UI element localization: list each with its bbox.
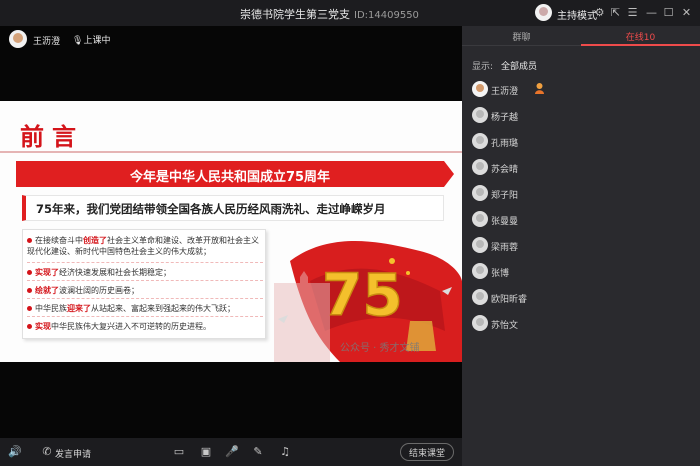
avatar: [472, 263, 488, 279]
star-icon: [406, 271, 410, 275]
menu-icon[interactable]: ☰: [626, 6, 639, 19]
user-avatar[interactable]: [535, 4, 552, 21]
tab-group-chat[interactable]: 群聊: [462, 30, 581, 43]
member-name: 欧阳昕睿: [491, 295, 528, 305]
list-item: 在接续奋斗中创造了社会主义革命和建设、改革开放和社会主义现代化建设、新时代中国特…: [27, 235, 263, 263]
member-name: 苏怡文: [491, 321, 519, 331]
end-class-button[interactable]: 结束课堂: [400, 443, 454, 461]
member-name: 孔雨璐: [491, 139, 519, 149]
speak-request-button[interactable]: 发言申请: [55, 447, 91, 460]
member-name: 杨子越: [491, 113, 519, 123]
class-status: 🎙上课中: [72, 33, 110, 46]
avatar: [472, 185, 488, 201]
list-item: 绘就了波澜壮阔的历史画卷；: [27, 285, 263, 299]
title-bar: 崇德书院学生第三党支 ID:14409550 主持模式 ⚙ ⇱ ☰ — ☐ ✕: [0, 0, 700, 26]
avatar: [472, 211, 488, 227]
panel-tabs: 群聊 在线10: [462, 26, 700, 46]
big-number-75: 75: [322, 261, 403, 329]
phone-icon[interactable]: ✆: [40, 445, 54, 459]
divider: [0, 151, 462, 153]
slide-title: 前言: [20, 122, 84, 151]
member-item[interactable]: 杨子越: [472, 107, 672, 125]
mic-icon: 🎙: [72, 36, 84, 46]
slide-point-list: 在接续奋斗中创造了社会主义革命和建设、改革开放和社会主义现代化建设、新时代中国特…: [22, 229, 266, 339]
host-avatar: [9, 30, 27, 48]
filter-label: 显示:: [472, 62, 494, 72]
member-filter-select[interactable]: 全部成员: [501, 59, 537, 72]
avatar: [472, 81, 488, 97]
slide-banner-text: 今年是中华人民共和国成立75周年: [129, 170, 331, 185]
speaker-icon[interactable]: 🔊: [8, 445, 22, 459]
bottom-toolbar: 🔊 ✆ 发言申请 ▭ ▣ 🎤 ✎ ♫ 结束课堂: [0, 438, 462, 466]
bullet-icon: [27, 270, 32, 275]
host-badge-icon: [535, 83, 544, 94]
list-item: 实现中华民族伟大复兴进入不可逆转的历史进程。: [27, 321, 263, 335]
member-item[interactable]: 苏怡文: [472, 315, 672, 333]
host-mode-label[interactable]: 主持模式: [557, 7, 597, 22]
member-item[interactable]: 张曼曼: [472, 211, 672, 229]
video-header: 王沥澄 🎙上课中: [0, 26, 462, 52]
member-item[interactable]: 欧阳昕睿: [472, 289, 672, 307]
star-icon: [389, 258, 395, 264]
member-name: 梁雨蓉: [491, 243, 519, 253]
avatar: [472, 159, 488, 175]
host-name: 王沥澄: [33, 37, 61, 47]
avatar: [472, 107, 488, 123]
avatar: [472, 289, 488, 305]
window-title: 崇德书院学生第三党支 ID:14409550: [240, 8, 419, 21]
member-item[interactable]: 张博: [472, 263, 672, 281]
watermark: 公众号 · 秀才文铺: [340, 343, 420, 354]
microphone-icon[interactable]: 🎤: [225, 445, 239, 459]
avatar: [472, 315, 488, 331]
maximize-icon[interactable]: ☐: [662, 6, 675, 19]
slide-banner: 今年是中华人民共和国成立75周年: [16, 161, 454, 187]
member-name: 王沥澄: [491, 87, 519, 97]
minimize-icon[interactable]: —: [645, 6, 658, 19]
list-item: 实现了经济快速发展和社会长期稳定；: [27, 267, 263, 281]
member-name: 郑子阳: [491, 191, 519, 201]
member-item[interactable]: 苏会晴: [472, 159, 672, 177]
video-pane: 王沥澄 🎙上课中 前言 今年是中华人民共和国成立75周年 75年来，我们党团结带…: [0, 26, 462, 438]
bullet-icon: [27, 306, 32, 311]
member-name: 张博: [491, 269, 510, 279]
tab-online[interactable]: 在线10: [581, 30, 700, 43]
bullet-icon: [27, 238, 32, 243]
member-item[interactable]: 郑子阳: [472, 185, 672, 203]
camera-icon[interactable]: ▭: [172, 445, 186, 459]
member-item[interactable]: 梁雨蓉: [472, 237, 672, 255]
bullet-icon: [27, 288, 32, 293]
share-icon[interactable]: ⇱: [609, 6, 622, 19]
slide-subtitle-text: 75年来，我们党团结带领全国各族人民历经风雨洗礼、走过峥嵘岁月: [36, 202, 386, 216]
active-tab-indicator: [581, 44, 700, 46]
avatar: [472, 237, 488, 253]
share-screen-icon[interactable]: ▣: [199, 445, 213, 459]
member-panel: 群聊 在线10 显示: 全部成员 王沥澄 杨子越 孔雨璐 苏会晴 郑子阳 张曼曼…: [462, 26, 700, 466]
member-item[interactable]: 孔雨璐: [472, 133, 672, 151]
slide-subtitle: 75年来，我们党团结带领全国各族人民历经风雨洗礼、走过峥嵘岁月: [22, 195, 444, 221]
avatar: [472, 133, 488, 149]
bullet-icon: [27, 324, 32, 329]
member-name: 张曼曼: [491, 217, 519, 227]
music-icon[interactable]: ♫: [278, 445, 292, 459]
edit-icon[interactable]: ✎: [251, 445, 265, 459]
classroom-window: 崇德书院学生第三党支 ID:14409550 主持模式 ⚙ ⇱ ☰ — ☐ ✕ 王…: [0, 0, 700, 466]
class-status-text: 上课中: [83, 36, 111, 46]
member-item[interactable]: 王沥澄: [472, 81, 672, 99]
settings-icon[interactable]: ⚙: [593, 6, 606, 19]
list-item: 中华民族迎来了从站起来、富起来到强起来的伟大飞跃；: [27, 303, 263, 317]
room-id: ID:14409550: [354, 10, 419, 21]
shared-slide: 前言 今年是中华人民共和国成立75周年 75年来，我们党团结带领全国各族人民历经…: [0, 101, 462, 362]
close-icon[interactable]: ✕: [680, 6, 693, 19]
member-name: 苏会晴: [491, 165, 519, 175]
